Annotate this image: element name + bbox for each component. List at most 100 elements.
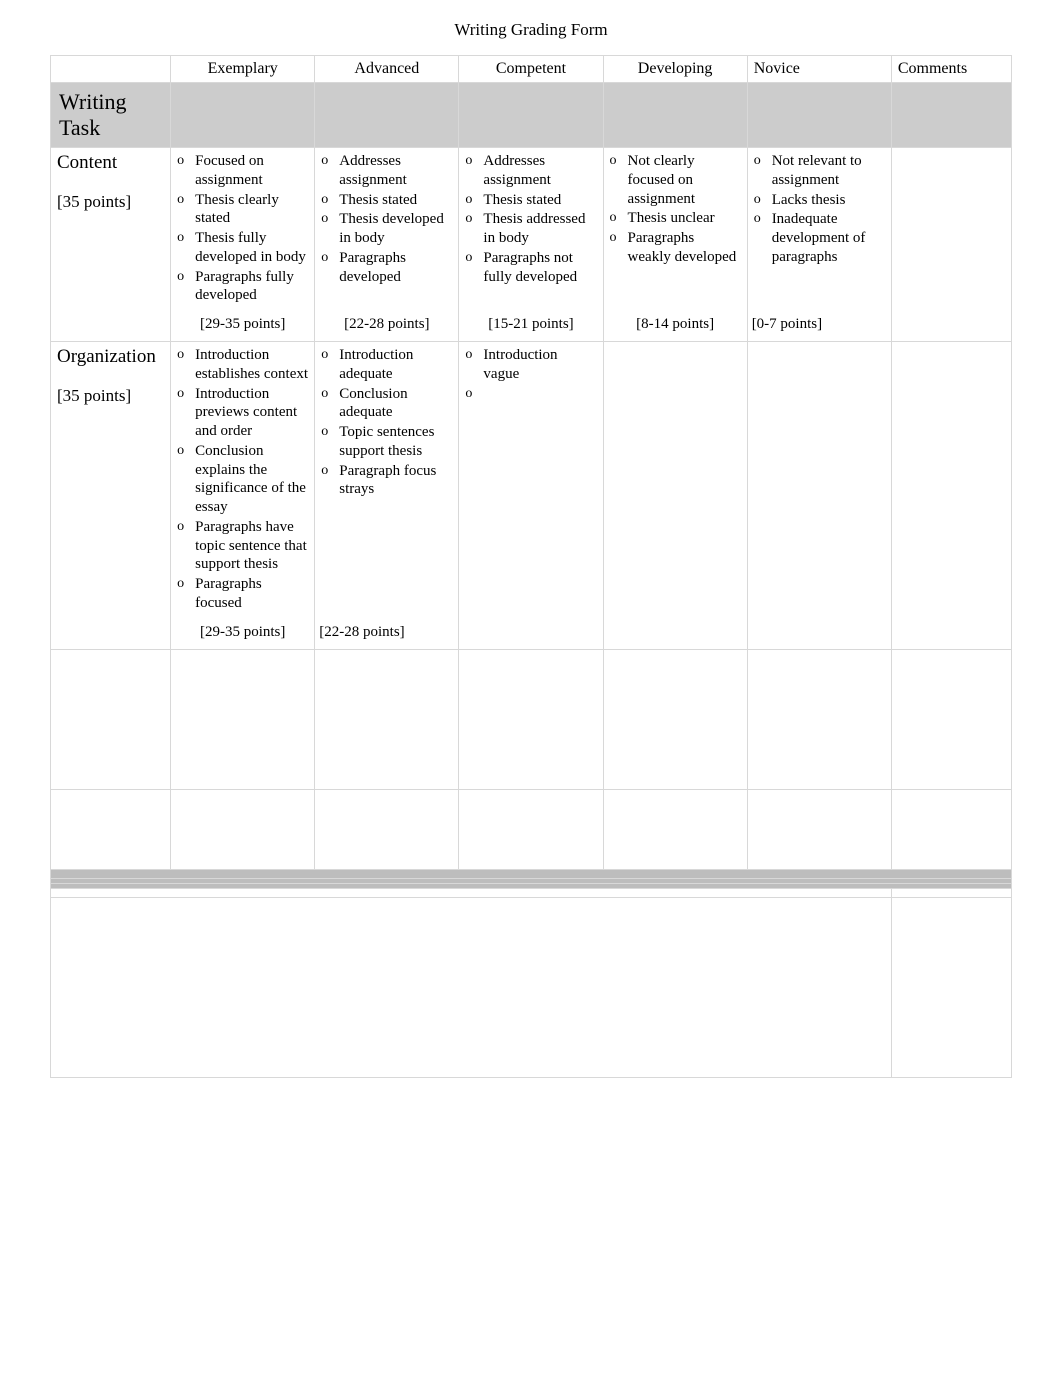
criteria-points: [35 points] [57, 386, 164, 406]
rubric-cell [459, 789, 603, 819]
points-range: [22-28 points] [315, 310, 459, 342]
bullet-text: Introduction adequate [339, 346, 452, 384]
points-range: [0-7 points] [747, 310, 891, 342]
table-row [51, 789, 1012, 819]
points-range [747, 819, 891, 869]
rubric-cell: oNot relevant to assignment oLacks thesi… [747, 148, 891, 311]
header-novice: Novice [747, 56, 891, 83]
rubric-cell [315, 649, 459, 701]
bullet-text: Thesis unclear [628, 209, 715, 228]
points-range [459, 618, 603, 650]
comments-cell[interactable] [891, 789, 1011, 869]
rubric-table: Exemplary Advanced Competent Developing … [50, 55, 1012, 1078]
criteria-cell: Organization [35 points] [51, 342, 171, 650]
bullet-text: Introduction previews content and order [195, 385, 308, 441]
bullet-text: Not clearly focused on assignment [628, 152, 741, 208]
header-blank [51, 56, 171, 83]
rubric-cell [171, 789, 315, 819]
bullet-text: Lacks thesis [772, 191, 846, 210]
bullet-text: Conclusion explains the significance of … [195, 442, 308, 517]
bullet-list: oFocused on assignment oThesis clearly s… [177, 152, 308, 305]
rubric-cell [603, 649, 747, 701]
table-row: Content [35 points] oFocused on assignme… [51, 148, 1012, 311]
rubric-cell: oNot clearly focused on assignment oThes… [603, 148, 747, 311]
bullet-text: Inadequate development of paragraphs [772, 210, 885, 266]
range-row [51, 701, 1012, 789]
criteria-cell [51, 789, 171, 869]
points-range: [8-14 points] [603, 310, 747, 342]
bullet-icon: o [177, 191, 195, 209]
bullet-text: Conclusion adequate [339, 385, 452, 423]
rubric-cell [747, 789, 891, 819]
rubric-cell: oAddresses assignment oThesis stated oTh… [315, 148, 459, 311]
rubric-cell [315, 789, 459, 819]
bullet-text: Thesis stated [339, 191, 417, 210]
bullet-text: Paragraphs not fully developed [483, 249, 596, 287]
criteria-cell: Content [35 points] [51, 148, 171, 342]
section-title: Writing Task [51, 83, 171, 148]
header-exemplary: Exemplary [171, 56, 315, 83]
criteria-points: [35 points] [57, 192, 164, 212]
rubric-cell [171, 649, 315, 701]
bullet-text: Addresses assignment [483, 152, 596, 190]
points-range [603, 701, 747, 789]
points-range: [29-35 points] [171, 310, 315, 342]
score-title [51, 869, 1012, 878]
comments-cell[interactable] [891, 342, 1011, 650]
general-comments-label [51, 888, 892, 897]
bullet-text: Paragraphs focused [195, 575, 308, 613]
points-range [747, 701, 891, 789]
bullet-text: Introduction establishes context [195, 346, 308, 384]
bullet-text: Thesis stated [483, 191, 561, 210]
rubric-cell: oIntroduction establishes context oIntro… [171, 342, 315, 618]
points-range [171, 819, 315, 869]
bullet-text: Thesis clearly stated [195, 191, 308, 229]
header-competent: Competent [459, 56, 603, 83]
bullet-text: Paragraphs developed [339, 249, 452, 287]
rubric-cell [459, 649, 603, 701]
bullet-text: Paragraphs fully developed [195, 268, 308, 306]
bullet-icon: o [177, 268, 195, 286]
bullet-text: Thesis developed in body [339, 210, 452, 248]
points-range [315, 819, 459, 869]
comments-cell[interactable] [891, 148, 1011, 342]
general-comments-box[interactable] [51, 897, 892, 1077]
bullet-icon: o [177, 229, 195, 247]
bullet-text: Paragraphs have topic sentence that supp… [195, 518, 308, 574]
rubric-cell [747, 649, 891, 701]
rubric-cell: oAddresses assignment oThesis stated oTh… [459, 148, 603, 311]
criteria-cell [51, 649, 171, 789]
table-row: Organization [35 points] oIntroduction e… [51, 342, 1012, 618]
points-range [171, 701, 315, 789]
rubric-cell [603, 789, 747, 819]
header-comments: Comments [891, 56, 1011, 83]
blank-cell [891, 888, 1011, 897]
header-row: Exemplary Advanced Competent Developing … [51, 56, 1012, 83]
section-header-row: Writing Task [51, 83, 1012, 148]
points-range [603, 618, 747, 650]
bullet-text: Thesis fully developed in body [195, 229, 308, 267]
points-range [747, 618, 891, 650]
points-range [459, 701, 603, 789]
range-row: [29-35 points] [22-28 points] [51, 618, 1012, 650]
points-range: [29-35 points] [171, 618, 315, 650]
table-row [51, 649, 1012, 701]
rubric-cell [747, 342, 891, 618]
bullet-icon: o [177, 152, 195, 170]
criteria-label: Content [57, 152, 164, 174]
criteria-label: Organization [57, 346, 164, 368]
bullet-text: Thesis addressed in body [483, 210, 596, 248]
range-row [51, 819, 1012, 869]
comments-cell[interactable] [891, 649, 1011, 789]
header-advanced: Advanced [315, 56, 459, 83]
bullet-text: Paragraphs weakly developed [628, 229, 741, 267]
bullet-text: Paragraph focus strays [339, 462, 452, 500]
bullet-text: Addresses assignment [339, 152, 452, 190]
rubric-cell: oIntroduction adequate oConclusion adequ… [315, 342, 459, 618]
range-row: [29-35 points] [22-28 points] [15-21 poi… [51, 310, 1012, 342]
points-range: [22-28 points] [315, 618, 459, 650]
bullet-text: Introduction vague [483, 346, 596, 384]
points-range [315, 701, 459, 789]
rubric-cell [603, 342, 747, 618]
bullet-text: Not relevant to assignment [772, 152, 885, 190]
